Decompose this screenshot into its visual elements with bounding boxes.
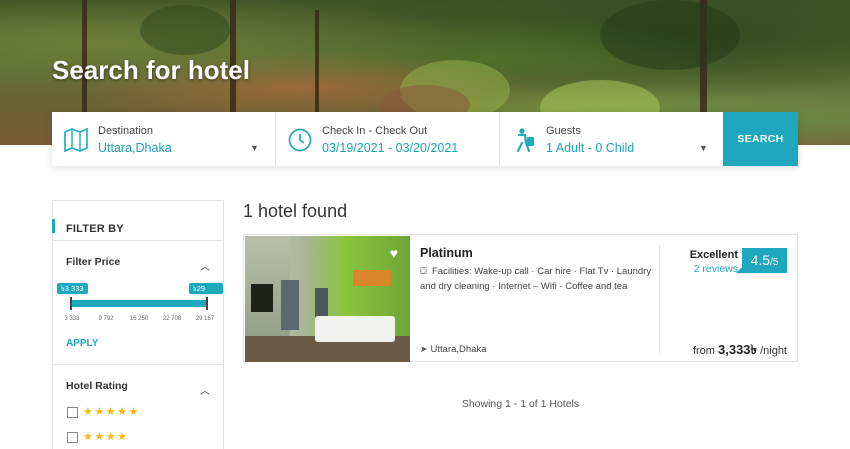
- filter-panel: FILTER BY Filter Price ︿ ৳3 333 ৳29 167 …: [52, 200, 224, 449]
- price-tick: 29 167: [195, 316, 215, 322]
- clock-icon: [288, 128, 312, 152]
- rating-5-checkbox[interactable]: [67, 407, 78, 418]
- results-title: 1 hotel found: [243, 201, 348, 221]
- card-divider: [659, 245, 660, 353]
- guests-label: Guests: [546, 125, 581, 137]
- score-max: /5: [770, 257, 779, 268]
- hotel-photo[interactable]: ♥: [245, 236, 410, 362]
- chevron-down-icon: ▼: [250, 143, 259, 153]
- price-ticks: 3 333 9 792 16 250 22 708 29 167: [64, 316, 215, 326]
- rating-filter-title: Hotel Rating: [66, 380, 128, 392]
- star-icons: ★★★★★: [83, 406, 140, 418]
- price-prefix: from: [692, 345, 715, 357]
- chevron-up-icon[interactable]: ︿: [200, 382, 210, 397]
- guests-field[interactable]: Guests 1 Adult - 0 Child ▼: [500, 112, 723, 166]
- destination-value: Uttara,Dhaka: [98, 141, 172, 155]
- price-tick: 9 792: [98, 316, 114, 322]
- search-bar: Destination Uttara,Dhaka ▼ Check In - Ch…: [52, 112, 798, 166]
- price-max-tag: ৳29 167: [189, 283, 223, 304]
- location-arrow-icon: ➤: [420, 344, 428, 354]
- score-value: 4.5: [750, 252, 771, 268]
- chevron-up-icon[interactable]: ︿: [200, 258, 210, 273]
- hotel-facilities: Facilities: Wake-up call · Car hire · Fl…: [420, 266, 652, 292]
- hero-title: Search for hotel: [52, 55, 250, 85]
- star-icons: ★★★★: [83, 431, 129, 443]
- price-filter-title: Filter Price: [66, 256, 121, 268]
- price-tick: 3 333: [64, 316, 80, 322]
- chevron-down-icon: ▼: [699, 143, 708, 153]
- score-badge: 4.5/5: [736, 248, 787, 273]
- price-min-tag: ৳3 333: [57, 283, 88, 294]
- hotel-location-text: Uttara,Dhaka: [430, 344, 487, 355]
- hotel-name[interactable]: Platinum: [420, 246, 473, 260]
- rating-4-checkbox[interactable]: [67, 432, 78, 443]
- reviews-link[interactable]: 2 reviews: [694, 263, 738, 275]
- hotel-price: from 3,333৳ /night: [693, 341, 787, 362]
- dates-value: 03/19/2021 - 03/20/2021: [322, 141, 459, 155]
- guests-value: 1 Adult - 0 Child: [546, 141, 635, 155]
- accent-bar: [52, 219, 55, 233]
- map-icon: [64, 127, 88, 153]
- price-range-track[interactable]: [70, 300, 208, 307]
- rating-filter: Hotel Rating ︿ ★★★★★ ★★★★: [53, 365, 223, 449]
- hotel-location: ➤ Uttara,Dhaka: [420, 344, 487, 355]
- traveler-icon: [516, 128, 534, 153]
- price-max-handle[interactable]: [206, 297, 208, 310]
- price-min-handle[interactable]: [70, 297, 72, 310]
- dates-field[interactable]: Check In - Check Out 03/19/2021 - 03/20/…: [276, 112, 500, 166]
- destination-label: Destination: [98, 125, 154, 137]
- apply-button[interactable]: APPLY: [66, 338, 98, 349]
- hotel-card[interactable]: ♥ Platinum ⛋ Facilities: Wake-up call · …: [243, 234, 798, 362]
- filter-header: FILTER BY: [52, 201, 223, 241]
- filter-title: FILTER BY: [66, 223, 124, 235]
- price-tick: 22 708: [162, 316, 182, 322]
- results-count: Showing 1 - 1 of 1 Hotels: [461, 398, 580, 410]
- price-suffix: /night: [760, 345, 787, 357]
- price-value: 3,333৳: [718, 342, 758, 357]
- rating-word: Excellent: [689, 249, 738, 261]
- heart-icon[interactable]: ♥: [390, 245, 398, 261]
- destination-field[interactable]: Destination Uttara,Dhaka ▼: [52, 112, 276, 166]
- dates-label: Check In - Check Out: [322, 125, 428, 137]
- search-button[interactable]: SEARCH: [723, 112, 798, 166]
- price-filter: Filter Price ︿ ৳3 333 ৳29 167 3 333 9 79…: [53, 241, 223, 365]
- price-tick: 16 250: [129, 316, 149, 322]
